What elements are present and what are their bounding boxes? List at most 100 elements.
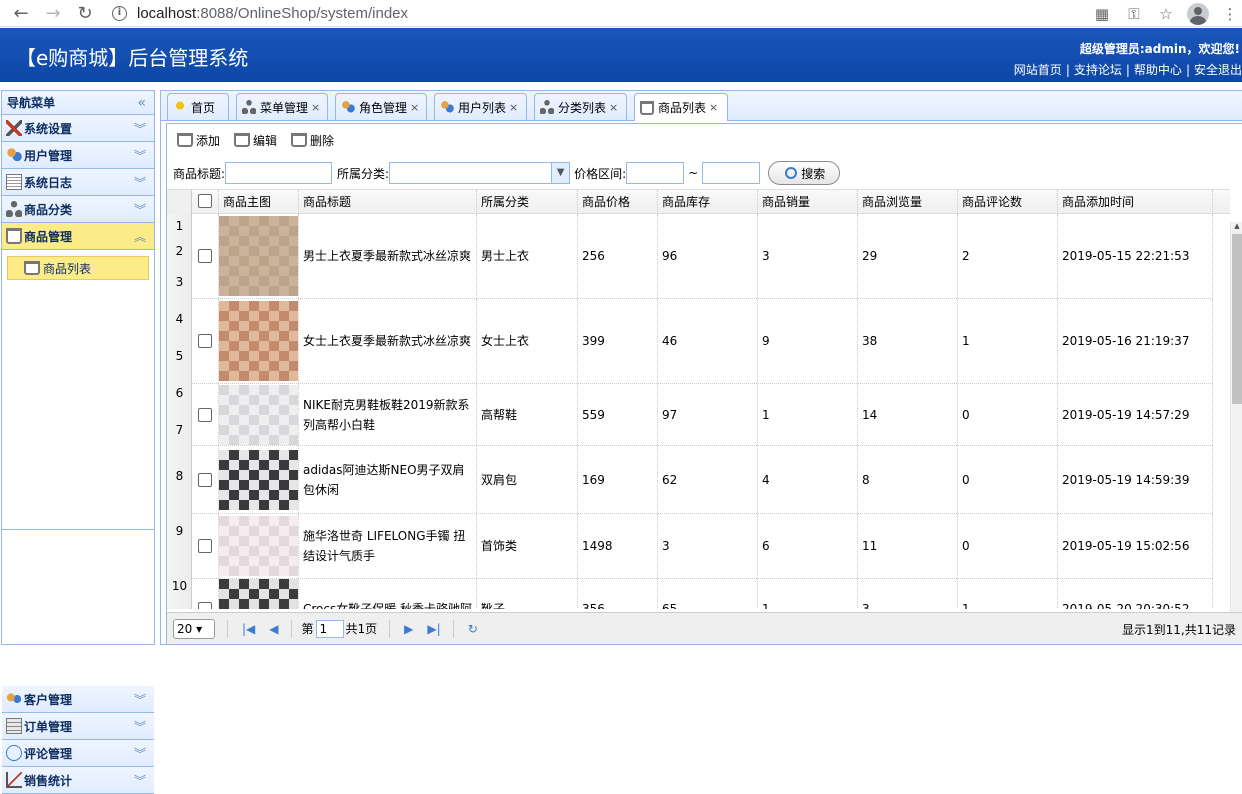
- close-icon[interactable]: ×: [311, 101, 320, 114]
- price-min-input[interactable]: [626, 162, 685, 184]
- browser-toolbar: ← → ↻ i localhost:8088/OnlineShop/system…: [0, 0, 1242, 27]
- row-number: 8: [175, 469, 184, 483]
- search-button[interactable]: 搜索: [768, 161, 841, 185]
- row-checkbox[interactable]: [198, 601, 212, 609]
- row-number: 6: [175, 386, 184, 400]
- sidebar-item-system-settings[interactable]: 系统设置 ︾: [2, 115, 154, 142]
- tab-home[interactable]: 首页: [167, 93, 229, 120]
- edit-button[interactable]: 编辑: [234, 130, 277, 150]
- table-row[interactable]: Crocs女靴子保暖 秋季卡骆驰阿 靴子 356 65 1 3 1 2019-0…: [192, 579, 1213, 609]
- col-price[interactable]: 商品价格: [578, 190, 658, 214]
- sidebar-item-product-category[interactable]: 商品分类 ︾: [2, 196, 154, 223]
- product-views: 8: [858, 446, 958, 513]
- col-title[interactable]: 商品标题: [299, 190, 477, 214]
- product-sales: 9: [758, 299, 858, 383]
- sidebar-item-product-management[interactable]: 商品管理 ︽: [2, 223, 154, 250]
- scrollbar-thumb[interactable]: [1232, 234, 1242, 404]
- product-views: 29: [858, 214, 958, 298]
- cart-icon: [6, 228, 22, 244]
- product-title: adidas阿迪达斯NEO男子双肩包休闲: [299, 446, 477, 513]
- close-icon[interactable]: ×: [410, 101, 419, 114]
- sidebar-subitem-product-list[interactable]: 商品列表: [7, 256, 149, 280]
- page-size-select[interactable]: 20 ▾: [173, 618, 215, 639]
- delete-button[interactable]: 删除: [291, 130, 334, 150]
- close-icon[interactable]: ×: [709, 101, 718, 114]
- first-page-icon[interactable]: |◀: [242, 622, 255, 636]
- table-row[interactable]: NIKE耐克男鞋板鞋2019新款系列高帮小白鞋 高帮鞋 559 97 1 14 …: [192, 384, 1213, 446]
- next-page-icon[interactable]: ▶: [404, 622, 413, 636]
- url-text[interactable]: localhost:8088/OnlineShop/system/index: [137, 5, 408, 22]
- back-icon[interactable]: ←: [8, 0, 34, 26]
- cart-icon: [24, 261, 40, 275]
- price-max-input[interactable]: [702, 162, 761, 184]
- row-checkbox[interactable]: [198, 249, 212, 263]
- product-sales: 1: [758, 579, 858, 609]
- users-icon: [6, 147, 22, 163]
- refresh-icon[interactable]: ↻: [468, 622, 478, 636]
- profile-avatar[interactable]: [1186, 2, 1210, 26]
- customers-icon: [6, 691, 22, 707]
- qr-code-icon[interactable]: ▦: [1090, 2, 1114, 26]
- sidebar-item-customer-management[interactable]: 客户管理 ︾: [2, 686, 154, 713]
- row-checkbox[interactable]: [198, 334, 212, 348]
- product-views: 14: [858, 384, 958, 445]
- tab-role-management[interactable]: 角色管理 ×: [335, 93, 427, 120]
- col-views[interactable]: 商品浏览量: [858, 190, 958, 214]
- add-button[interactable]: 添加: [177, 130, 220, 150]
- row-checkbox[interactable]: [198, 472, 212, 487]
- table-row[interactable]: 女士上衣夏季最新款式冰丝凉爽 女士上衣 399 46 9 38 1 2019-0…: [192, 299, 1213, 384]
- col-main-image[interactable]: 商品主图: [219, 190, 299, 214]
- product-added-time: 2019-05-20 20:30:52: [1058, 579, 1213, 609]
- star-icon[interactable]: ☆: [1154, 2, 1178, 26]
- title-label: 商品标题:: [173, 166, 226, 181]
- link-site-home[interactable]: 网站首页: [1014, 63, 1062, 77]
- tab-category-list[interactable]: 分类列表 ×: [534, 93, 627, 120]
- scroll-up-icon[interactable]: ▲: [1231, 222, 1242, 230]
- table-row[interactable]: 施华洛世奇 LIFELONG手镯 扭结设计气质手 首饰类 1498 3 6 11…: [192, 514, 1213, 579]
- tab-menu-management[interactable]: 菜单管理 ×: [236, 93, 328, 120]
- sidebar-item-order-management[interactable]: 订单管理 ︾: [2, 713, 154, 740]
- close-icon[interactable]: ×: [609, 101, 618, 114]
- sidebar-item-user-management[interactable]: 用户管理 ︾: [2, 142, 154, 169]
- tab-product-list[interactable]: 商品列表 ×: [634, 93, 728, 121]
- grid-vertical-scrollbar[interactable]: ▲ ▼: [1230, 222, 1242, 644]
- product-title: 女士上衣夏季最新款式冰丝凉爽: [299, 299, 477, 383]
- table-row[interactable]: 男士上衣夏季最新款式冰丝凉爽 男士上衣 256 96 3 29 2 2019-0…: [192, 214, 1213, 299]
- select-all-checkbox[interactable]: [198, 194, 212, 208]
- tilde-label: ~: [688, 166, 699, 180]
- product-image: [219, 516, 298, 576]
- chevron-down-icon[interactable]: ▼: [551, 163, 570, 183]
- tab-user-list[interactable]: 用户列表 ×: [434, 93, 527, 120]
- sidebar-item-sales-stats[interactable]: 销售统计 ︾: [2, 767, 154, 794]
- collapse-sidebar-icon[interactable]: «: [137, 91, 146, 115]
- link-logout[interactable]: 安全退出: [1194, 63, 1242, 77]
- col-stock[interactable]: 商品库存: [658, 190, 758, 214]
- col-category[interactable]: 所属分类: [477, 190, 578, 214]
- col-sales[interactable]: 商品销量: [758, 190, 858, 214]
- forward-icon[interactable]: →: [40, 0, 66, 26]
- product-category: 女士上衣: [477, 299, 578, 383]
- category-select[interactable]: ▼: [389, 162, 571, 184]
- table-row[interactable]: adidas阿迪达斯NEO男子双肩包休闲 双肩包 169 62 4 8 0 20…: [192, 446, 1213, 514]
- row-number: 4: [175, 312, 184, 326]
- info-icon[interactable]: i: [112, 5, 127, 21]
- key-icon[interactable]: ⚿: [1122, 2, 1146, 26]
- last-page-icon[interactable]: ▶|: [427, 622, 440, 636]
- menu-dots-icon[interactable]: ⋮: [1218, 2, 1242, 26]
- sidebar-item-system-log[interactable]: 系统日志 ︾: [2, 169, 154, 196]
- product-image: [219, 216, 298, 296]
- link-support-forum[interactable]: 支持论坛: [1074, 63, 1122, 77]
- link-help-center[interactable]: 帮助中心: [1134, 63, 1182, 77]
- col-added-time[interactable]: 商品添加时间: [1058, 190, 1213, 214]
- close-icon[interactable]: ×: [509, 101, 518, 114]
- sidebar-item-comment-management[interactable]: 评论管理 ︾: [2, 740, 154, 767]
- reload-icon[interactable]: ↻: [72, 0, 98, 26]
- page-number-input[interactable]: 1: [315, 619, 344, 638]
- title-search-input[interactable]: [225, 162, 333, 184]
- product-added-time: 2019-05-19 14:57:29: [1058, 384, 1213, 445]
- col-comments[interactable]: 商品评论数: [958, 190, 1058, 214]
- row-checkbox[interactable]: [198, 407, 212, 422]
- address-bar[interactable]: i localhost:8088/OnlineShop/system/index: [112, 1, 408, 25]
- row-checkbox[interactable]: [198, 539, 212, 553]
- prev-page-icon[interactable]: ◀: [269, 622, 278, 636]
